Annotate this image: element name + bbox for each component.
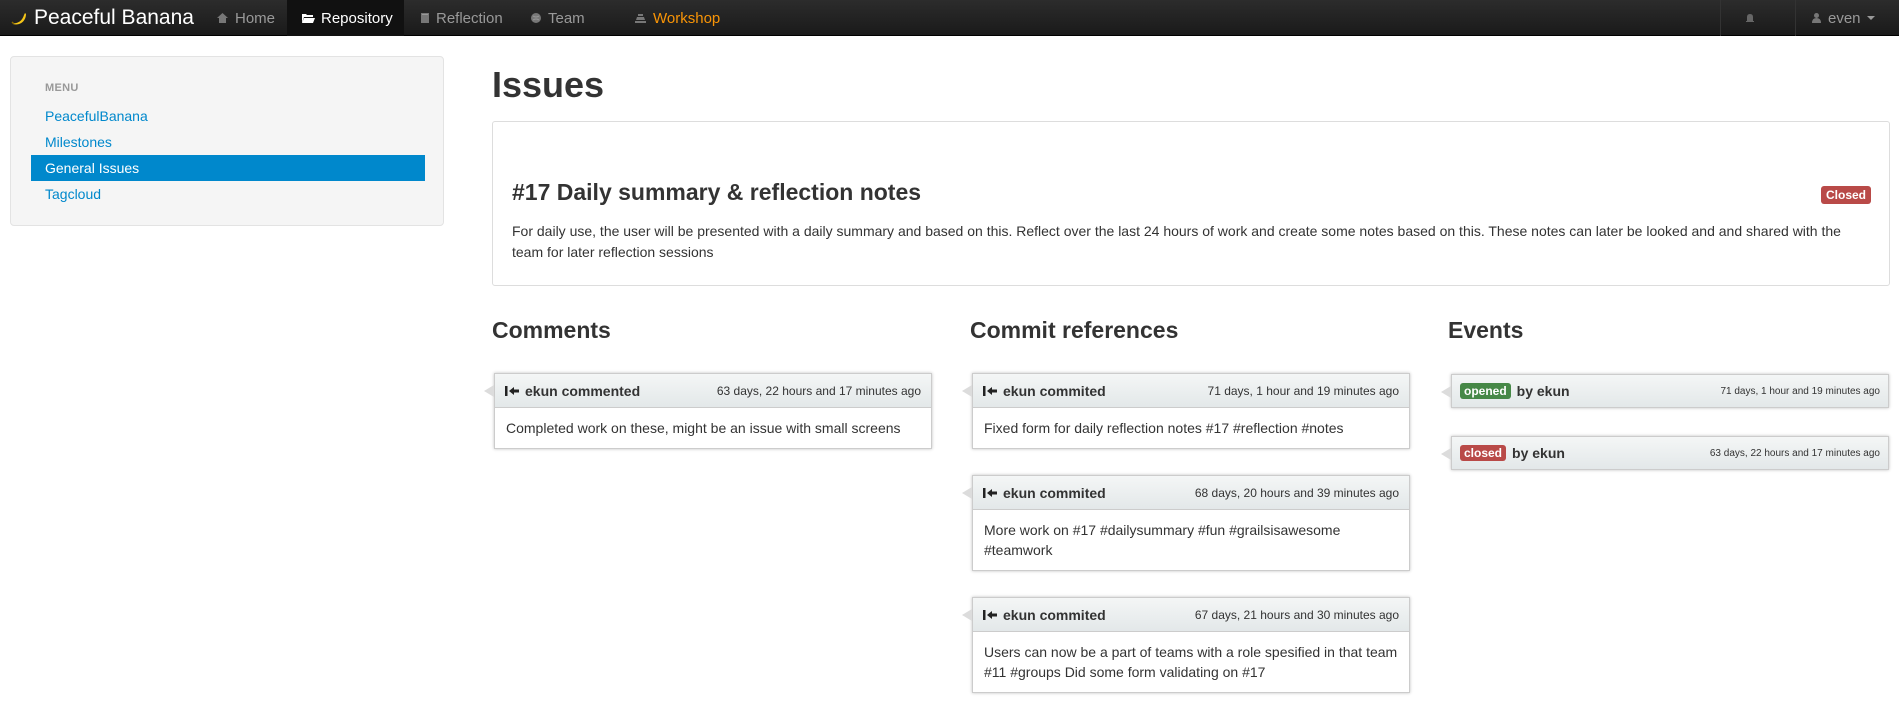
commit-message: More work on #17 #dailysummary #fun #gra… (984, 522, 1341, 558)
home-icon (216, 12, 229, 24)
commit-card: ekun commited 68 days, 20 hours and 39 m… (962, 475, 1410, 571)
nav-repository[interactable]: Repository (287, 0, 404, 36)
issue-description: For daily use, the user will be presente… (512, 223, 1841, 260)
caret-down-icon (1866, 15, 1875, 21)
commit-header: ekun commited 71 days, 1 hour and 19 min… (962, 374, 1409, 408)
commit-card: ekun commited 67 days, 21 hours and 30 m… (962, 597, 1410, 693)
commit-timestamp: 68 days, 20 hours and 39 minutes ago (1194, 485, 1399, 500)
commit-author: ekun commited (1003, 484, 1106, 501)
book-icon (420, 12, 430, 24)
nav-home[interactable]: Home (202, 0, 289, 36)
user-name: even (1828, 9, 1861, 27)
issue-panel: #17 Daily summary & reflection notes Clo… (492, 121, 1890, 286)
event-item: closed by ekun 63 days, 22 hours and 17 … (1441, 436, 1889, 470)
sidebar-item-milestones[interactable]: Milestones (31, 129, 425, 155)
event-author: by ekun (1516, 383, 1570, 399)
comment-header: ekun commented 63 days, 22 hours and 17 … (484, 374, 931, 408)
brand-name: Peaceful Banana (34, 6, 194, 29)
user-icon (1811, 12, 1822, 24)
commit-timestamp: 67 days, 21 hours and 30 minutes ago (1194, 607, 1399, 622)
sidebar-item-peacefulbanana[interactable]: PeacefulBanana (31, 103, 425, 129)
git-avatar-icon (983, 609, 998, 621)
sidebar-item-general-issues[interactable]: General Issues (31, 155, 425, 181)
events-heading: Events (1448, 317, 1524, 343)
commit-author: ekun commited (1003, 382, 1106, 399)
nav-team-label: Team (548, 9, 585, 27)
git-avatar-icon (983, 385, 998, 397)
event-author: by ekun (1512, 445, 1565, 461)
nav-reflection-label: Reflection (436, 9, 503, 27)
comments-heading: Comments (492, 317, 611, 343)
nav-home-label: Home (235, 9, 276, 27)
page-title: Issues (492, 64, 605, 105)
git-avatar-icon (505, 385, 520, 397)
commit-header: ekun commited 67 days, 21 hours and 30 m… (962, 598, 1409, 632)
nav-notifications[interactable] (1730, 0, 1770, 36)
event-timestamp: 63 days, 22 hours and 17 minutes ago (1709, 447, 1880, 459)
top-navbar: Peaceful Banana Home Repository Reflecti… (0, 0, 1899, 36)
banana-logo-icon (10, 9, 28, 27)
nav-workshop[interactable]: Workshop (620, 0, 734, 36)
folder-open-icon (301, 12, 315, 24)
sidebar-item-tagcloud[interactable]: Tagcloud (31, 181, 425, 207)
commit-card: ekun commited 71 days, 1 hour and 19 min… (962, 373, 1410, 449)
event-timestamp: 71 days, 1 hour and 19 minutes ago (1720, 385, 1880, 397)
comment-author: ekun commented (525, 382, 641, 399)
commit-references-heading: Commit references (970, 317, 1179, 343)
event-item: opened by ekun 71 days, 1 hour and 19 mi… (1441, 374, 1889, 408)
status-badge: Closed (1820, 186, 1871, 204)
comment-timestamp: 63 days, 22 hours and 17 minutes ago (716, 383, 921, 398)
brand-link[interactable]: Peaceful Banana (10, 0, 194, 36)
event-closed-badge: closed (1460, 445, 1507, 461)
nav-reflection[interactable]: Reflection (406, 0, 517, 36)
event-opened-badge: opened (1460, 383, 1511, 399)
commit-timestamp: 71 days, 1 hour and 19 minutes ago (1207, 383, 1399, 398)
navbar-divider (1720, 0, 1721, 36)
commit-message: Fixed form for daily reflection notes #1… (984, 420, 1344, 436)
nav-repository-label: Repository (321, 9, 393, 27)
commit-author: ekun commited (1003, 606, 1106, 623)
nav-workshop-label: Workshop (653, 9, 721, 27)
commit-header: ekun commited 68 days, 20 hours and 39 m… (962, 476, 1409, 510)
issue-title: #17 Daily summary & reflection notes (512, 179, 922, 205)
workshop-icon (634, 12, 647, 24)
comment-body: Completed work on these, might be an iss… (506, 420, 901, 436)
user-menu[interactable]: even (1797, 0, 1889, 36)
nav-team[interactable]: Team (516, 0, 599, 36)
menu-header: MENU (45, 82, 79, 94)
navbar-divider (1795, 0, 1796, 36)
globe-icon (530, 12, 542, 24)
comment-card: ekun commented 63 days, 22 hours and 17 … (484, 373, 932, 449)
commit-message: Users can now be a part of teams with a … (984, 644, 1398, 680)
git-avatar-icon (983, 487, 998, 499)
bell-icon (1744, 12, 1756, 24)
sidebar-menu: MENU PeacefulBanana Milestones General I… (10, 56, 444, 226)
